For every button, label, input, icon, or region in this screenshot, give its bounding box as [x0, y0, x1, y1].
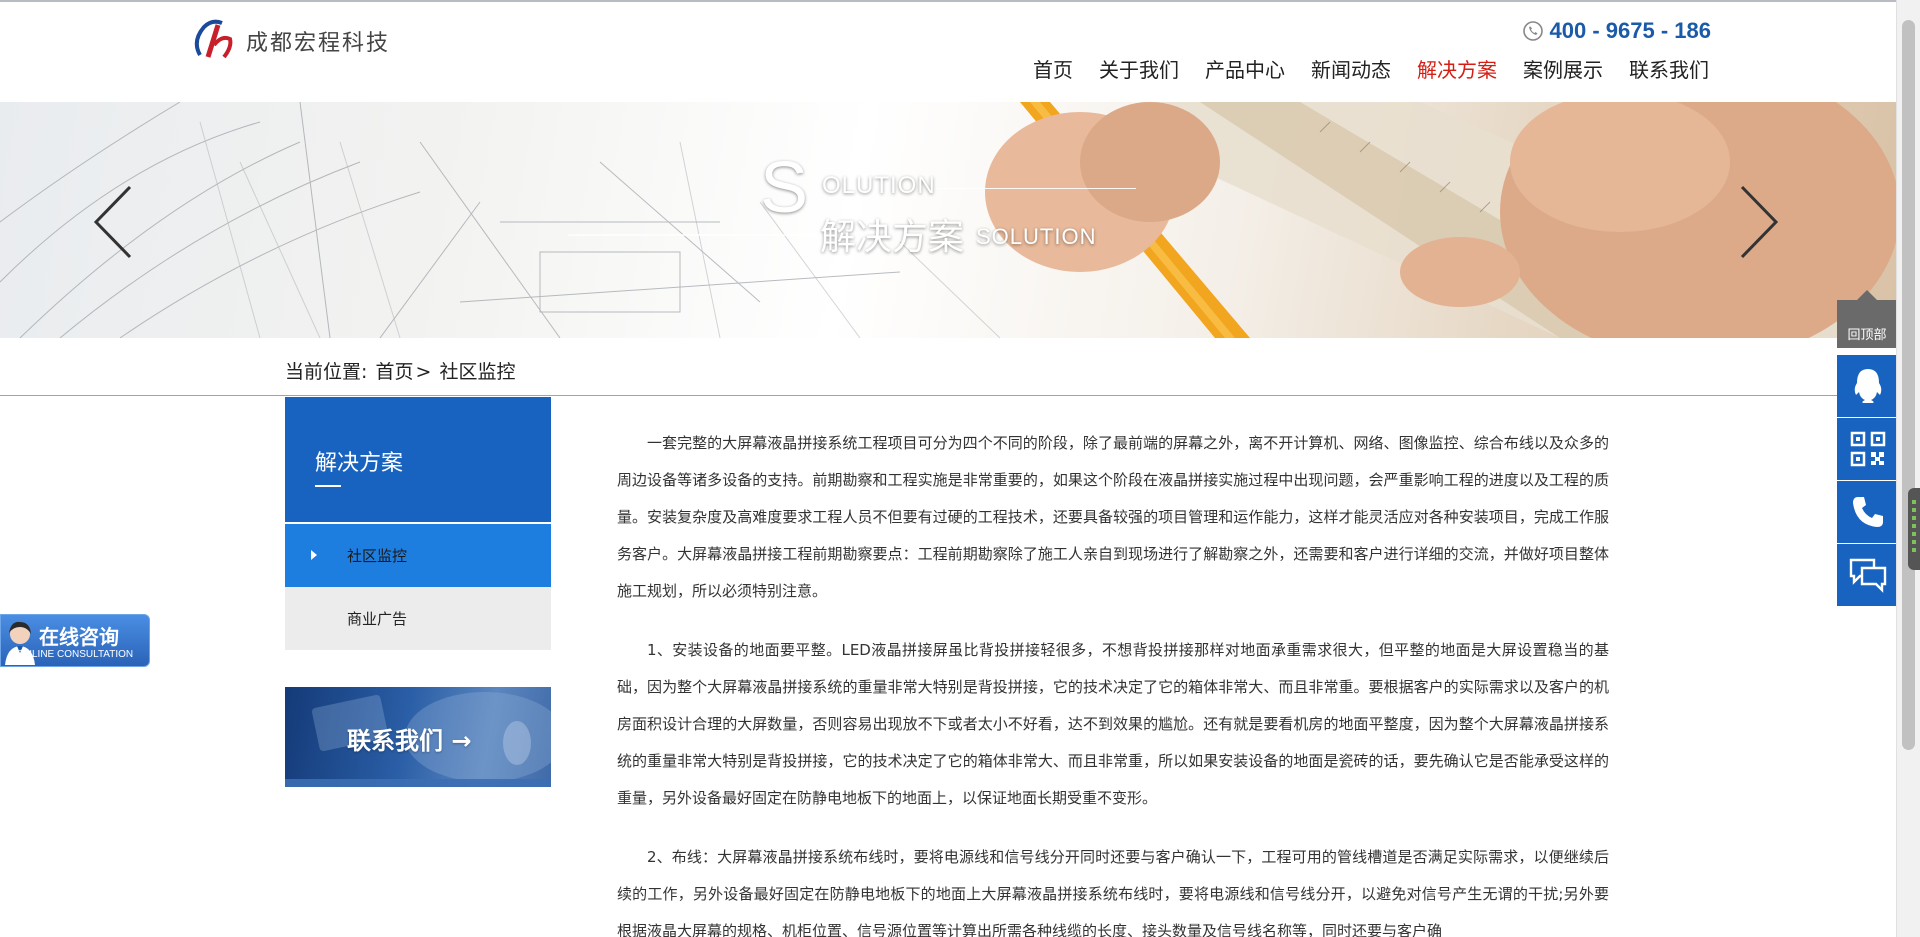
sidebar-header: 解决方案 — [285, 397, 551, 522]
online-consult-title: 在线咨询 — [39, 625, 119, 649]
top-border — [0, 0, 1920, 2]
breadcrumb-home[interactable]: 首页 — [375, 361, 413, 383]
logo-text: 成都宏程科技 — [246, 31, 391, 56]
message-icon — [1849, 558, 1887, 593]
nav-solutions[interactable]: 解决方案 — [1417, 54, 1497, 83]
contact-us-banner[interactable]: 联系我们 → — [285, 687, 551, 787]
banner-eng-top: OLUTION — [822, 172, 936, 199]
nav-products[interactable]: 产品中心 — [1205, 54, 1285, 83]
breadcrumb-divider — [0, 395, 1896, 396]
banner-prev-arrow-icon[interactable] — [90, 182, 140, 262]
qrcode-icon — [1850, 431, 1886, 467]
side-pull-tab[interactable] — [1908, 488, 1920, 570]
hero-banner: S OLUTION 解决方案 SOLUTION — [0, 102, 1896, 338]
qq-icon — [1854, 369, 1882, 403]
article-body: 一套完整的大屏幕液晶拼接系统工程项目可分为四个不同的阶段，除了最前端的屏幕之外，… — [617, 425, 1609, 937]
main-nav: 首页 关于我们 产品中心 新闻动态 解决方案 案例展示 联系我们 — [1007, 54, 1709, 83]
caret-right-icon — [311, 550, 317, 560]
page-scrollbar[interactable] — [1896, 0, 1920, 937]
online-consultation-button[interactable]: 在线咨询 ONLINE CONSULTATION — [0, 614, 150, 667]
message-button[interactable] — [1837, 544, 1899, 606]
banner-big-letter: S — [760, 148, 809, 228]
sidebar-item-commercial-ads[interactable]: 商业广告 — [285, 587, 551, 650]
breadcrumb-current: 社区监控 — [439, 361, 516, 383]
nav-contact[interactable]: 联系我们 — [1629, 54, 1709, 83]
sidebar-item-label: 商业广告 — [347, 610, 408, 628]
banner-title-cn: 解决方案 — [820, 217, 965, 258]
banner-line-top — [936, 188, 1136, 189]
phone-icon — [1853, 497, 1883, 527]
article-paragraph: 1、安装设备的地面要平整。LED液晶拼接屏虽比背投拼接轻很多，不想背投拼接那样对… — [617, 641, 1609, 807]
banner-eng-bottom: SOLUTION — [976, 224, 1097, 249]
sidebar-item-label: 社区监控 — [347, 547, 408, 565]
hotline-number: 400 - 9675 - 186 — [1549, 18, 1711, 43]
back-to-top-label: 回顶部 — [1847, 328, 1887, 343]
article-paragraph: 2、布线：大屏幕液晶拼接系统布线时，要将电源线和信号线分开同时还要与客户确认一下… — [617, 848, 1609, 937]
sidebar-item-community-monitoring[interactable]: 社区监控 — [285, 524, 551, 587]
hotline: 400 - 9675 - 186 — [1522, 18, 1711, 44]
banner-line — [568, 234, 818, 236]
article-paragraph: 一套完整的大屏幕液晶拼接系统工程项目可分为四个不同的阶段，除了最前端的屏幕之外，… — [617, 434, 1609, 600]
qrcode-button[interactable] — [1837, 418, 1899, 480]
banner-next-arrow-icon[interactable] — [1732, 182, 1782, 262]
online-consult-subtitle: ONLINE CONSULTATION — [17, 649, 134, 660]
breadcrumb-prefix: 当前位置: — [285, 361, 368, 383]
logo-icon — [194, 19, 233, 59]
back-to-top-button[interactable]: 回顶部 — [1837, 290, 1897, 348]
breadcrumb-separator: > — [415, 361, 432, 383]
sidebar: 解决方案 社区监控 商业广告 — [285, 397, 551, 650]
hotline-phone-icon — [1522, 21, 1543, 41]
nav-news[interactable]: 新闻动态 — [1311, 54, 1391, 83]
nav-cases[interactable]: 案例展示 — [1523, 54, 1603, 83]
site-logo[interactable]: 成都宏程科技 — [190, 16, 390, 66]
side-tab-dots — [1912, 500, 1916, 556]
breadcrumb: 当前位置: 首页 > 社区监控 — [285, 357, 517, 384]
contact-banner-strip — [285, 779, 551, 787]
qq-button[interactable] — [1837, 355, 1899, 417]
sidebar-title: 解决方案 — [315, 451, 404, 476]
phone-button[interactable] — [1837, 481, 1899, 543]
nav-home[interactable]: 首页 — [1033, 54, 1073, 83]
contact-us-label: 联系我们 → — [347, 727, 472, 755]
nav-about[interactable]: 关于我们 — [1099, 54, 1179, 83]
up-arrow-icon — [1857, 290, 1877, 300]
sidebar-title-underline — [315, 485, 341, 487]
scrollbar-thumb[interactable] — [1902, 20, 1915, 750]
